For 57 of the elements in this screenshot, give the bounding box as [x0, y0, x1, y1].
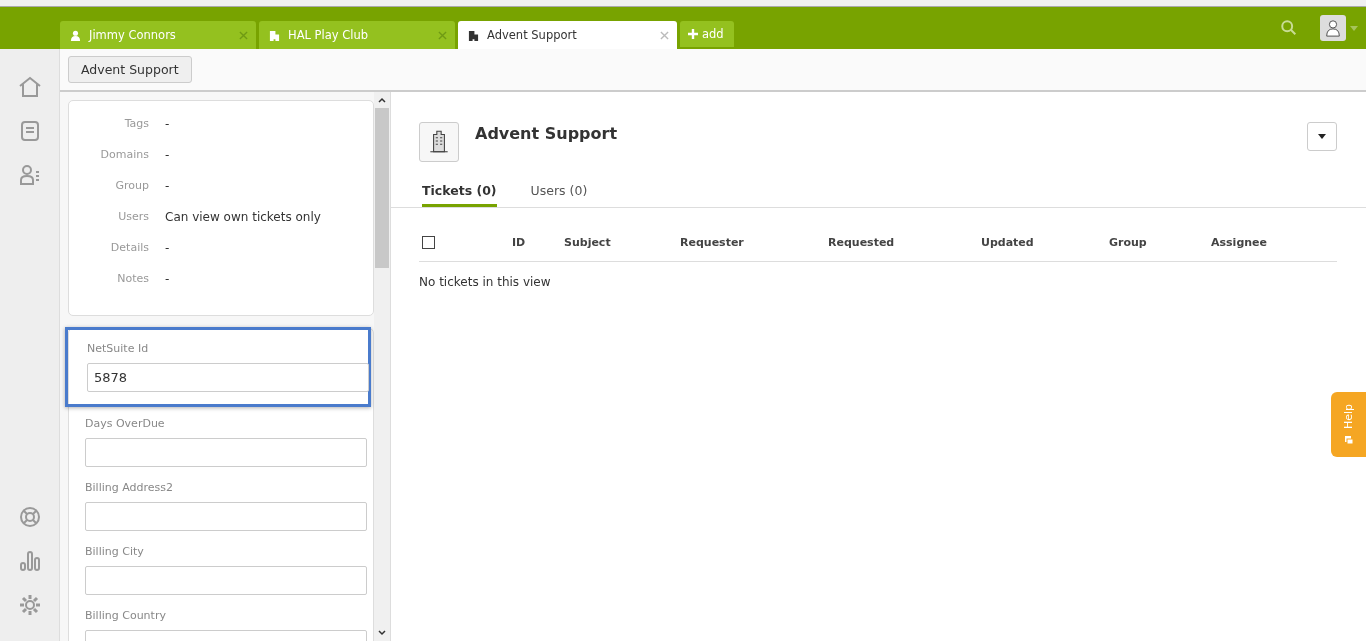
input-field[interactable] [85, 438, 367, 467]
view-tab[interactable]: Users (0) [530, 181, 588, 207]
input-field[interactable] [85, 502, 367, 531]
building-icon [419, 122, 459, 162]
field-label: Billing City [85, 545, 145, 558]
user-list-icon[interactable] [17, 163, 42, 187]
property-value: Can view own tickets only [165, 210, 321, 224]
column-header[interactable]: ID [512, 236, 564, 249]
property-label: Details [109, 241, 149, 254]
column-header[interactable]: Assignee [1211, 236, 1311, 249]
avatar[interactable] [1320, 15, 1346, 41]
bar-chart-icon[interactable] [17, 549, 42, 573]
field-label: NetSuite Id [87, 342, 150, 355]
property-label: Tags [123, 117, 149, 130]
property-value: - [165, 272, 170, 286]
lifebuoy-icon[interactable] [17, 505, 42, 529]
property-value: - [165, 241, 170, 255]
tab[interactable]: Advent Support [458, 21, 677, 49]
input-field[interactable]: 5878 [87, 363, 369, 392]
column-header[interactable]: Group [1109, 236, 1211, 249]
dropdown-button[interactable] [1307, 122, 1337, 151]
property-label: Notes [116, 272, 149, 285]
scrollbar[interactable] [374, 92, 390, 641]
property-label: Group [114, 179, 149, 192]
input-field[interactable] [85, 566, 367, 595]
property-value: - [165, 179, 170, 193]
field-label: Billing Address2 [85, 481, 175, 494]
empty-message: No tickets in this view [419, 274, 552, 291]
home-icon[interactable] [17, 75, 42, 99]
property-label: Users [117, 210, 149, 223]
search-icon[interactable] [1280, 19, 1298, 37]
property-value: - [165, 117, 170, 131]
building-icon [269, 29, 280, 41]
caret-icon [1318, 134, 1326, 139]
organization-button[interactable]: Advent Support [68, 56, 192, 83]
person-icon [70, 29, 81, 41]
column-header[interactable]: Subject [564, 236, 680, 249]
checkbox[interactable] [422, 236, 435, 249]
pages-icon [1343, 435, 1354, 446]
plus-icon [688, 29, 698, 39]
building-icon [468, 29, 479, 41]
field-label: Billing Country [85, 609, 167, 622]
column-header[interactable]: Requester [680, 236, 828, 249]
scroll-down-icon[interactable] [378, 630, 386, 636]
column-header[interactable]: Requested [828, 236, 981, 249]
column-header[interactable]: Updated [981, 236, 1109, 249]
scroll-up-icon[interactable] [378, 97, 386, 103]
close-icon[interactable] [660, 30, 669, 40]
close-icon[interactable] [239, 30, 248, 40]
property-value: - [165, 148, 170, 162]
field-label: Days OverDue [85, 417, 166, 430]
close-icon[interactable] [438, 30, 447, 40]
view-tab[interactable]: Tickets (0) [422, 181, 497, 207]
property-label: Domains [99, 148, 149, 161]
caret-icon[interactable] [1350, 25, 1358, 31]
settings-icon[interactable] [17, 593, 42, 617]
organization-title: Advent Support [475, 124, 619, 143]
